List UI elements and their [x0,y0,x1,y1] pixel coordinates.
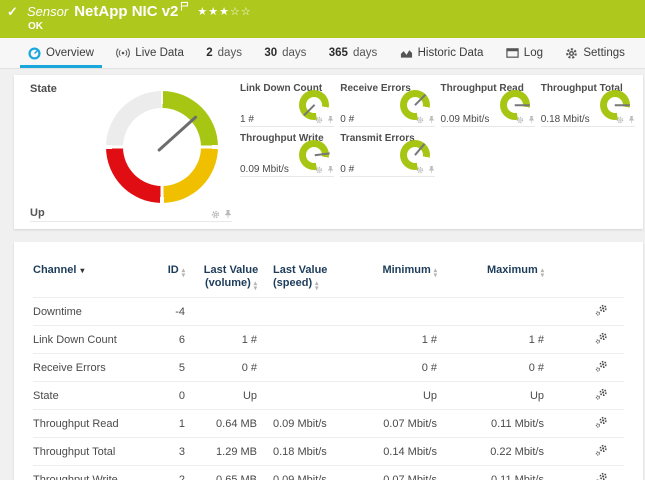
channel-settings-cogs-icon[interactable] [595,304,608,317]
live-data-signal-icon [116,47,130,59]
tab-overview-label: Overview [46,47,94,59]
mini-gauge-cell-throughput-read: Throughput Read 0.09 Mbit/s [441,81,535,127]
mini-gauge-cell-transmit-errors: Transmit Errors 0 # [340,131,434,177]
table-row: State 0 Up Up Up [33,382,624,410]
channel-settings-cogs-icon[interactable] [595,444,608,457]
gear-icon[interactable] [211,210,220,219]
channel-name[interactable]: Throughput Read [33,410,155,438]
pin-icon[interactable] [224,209,232,219]
tab-live-data-label: Live Data [135,47,184,59]
table-row: Throughput Total 3 1.29 MB 0.18 Mbit/s 0… [33,438,624,466]
tab-log[interactable]: Log [498,38,551,68]
pin-icon[interactable] [628,115,635,124]
channel-name[interactable]: State [33,382,155,410]
tab-historic-data-label: Historic Data [418,47,484,59]
column-header-maximum[interactable]: Maximum▴▾ [437,248,544,298]
tab-30-days[interactable]: 30 days [256,38,314,68]
tab-historic-data[interactable]: Historic Data [392,38,492,68]
channel-settings-cogs-icon[interactable] [595,472,608,480]
priority-stars[interactable]: ★★★☆☆ [197,5,251,18]
channel-settings-cogs-icon[interactable] [595,332,608,345]
channel-settings-cogs-icon[interactable] [595,388,608,401]
gauge-needle [414,94,426,106]
gear-icon[interactable] [315,116,323,124]
state-panel-footer: Up [30,203,232,222]
sensor-title: NetApp NIC v2 [74,3,178,20]
channel-settings-cogs-icon[interactable] [595,360,608,373]
log-icon [506,47,519,59]
mini-gauge-cell-receive-errors: Receive Errors 0 # [340,81,434,127]
state-value: Up [30,207,45,219]
gear-icon[interactable] [616,116,624,124]
gauge-needle [615,104,630,106]
sensor-tabbar: Overview Live Data 2 days 30 days 365 da… [0,38,645,69]
historic-chart-icon [400,47,413,59]
mini-gauge-cell-throughput-total: Throughput Total 0.18 Mbit/s [541,81,635,127]
gear-icon[interactable] [416,116,424,124]
channel-table: Channel▾ ID▴▾ Last Value(volume)▴▾ Last … [33,248,624,480]
channel-name[interactable]: Receive Errors [33,354,155,382]
sort-icon: ▴▾ [434,268,437,278]
gear-icon[interactable] [516,116,524,124]
sort-icon: ▴▾ [541,268,544,278]
column-header-id[interactable]: ID▴▾ [155,248,197,298]
channel-table-card: Channel▾ ID▴▾ Last Value(volume)▴▾ Last … [14,242,643,480]
status-ok-check-icon: ✓ [7,4,18,20]
sort-icon: ▴▾ [182,268,185,278]
channel-name[interactable]: Throughput Write [33,466,155,480]
tab-settings[interactable]: Settings [557,38,633,68]
table-row: Throughput Write 2 0.65 MB 0.09 Mbit/s 0… [33,466,624,480]
settings-gear-icon [565,47,578,60]
column-header-last-value-speed[interactable]: Last Value(speed)▴▾ [273,248,363,298]
overview-gauges-card: State Up Link Down Count 1 # Receive Err… [14,75,643,229]
sort-icon: ▴▾ [254,281,257,291]
sort-icon: ▴▾ [315,281,318,291]
tab-365-days[interactable]: 365 days [321,38,385,68]
channel-name[interactable]: Downtime [33,298,155,326]
tab-2-days[interactable]: 2 days [198,38,250,68]
tab-settings-label: Settings [583,47,625,59]
pin-icon[interactable] [428,115,435,124]
table-header-row: Channel▾ ID▴▾ Last Value(volume)▴▾ Last … [33,248,624,298]
table-row: Downtime -4 [33,298,624,326]
gauge-needle [515,104,530,106]
sort-desc-icon: ▾ [80,266,84,275]
state-gauge [106,91,218,203]
state-panel-title: State [30,83,57,95]
channel-name[interactable]: Link Down Count [33,326,155,354]
table-row: Throughput Read 1 0.64 MB 0.09 Mbit/s 0.… [33,410,624,438]
overview-gauge-icon [28,47,41,60]
gear-icon[interactable] [315,166,323,174]
state-gauge-needle [157,115,198,152]
pin-icon[interactable] [428,165,435,174]
sensor-header: ✓ Sensor NetApp NIC v2 ★★★☆☆ OK [0,0,645,38]
pin-icon[interactable] [327,115,334,124]
mini-gauge-grid: Link Down Count 1 # Receive Errors 0 # T… [240,81,635,177]
sensor-status-badge: OK [28,21,43,32]
mini-gauge-cell-link-down-count: Link Down Count 1 # [240,81,334,127]
column-header-channel[interactable]: Channel▾ [33,248,155,298]
tab-live-data[interactable]: Live Data [108,38,192,68]
sensor-kind-label: Sensor [27,4,68,19]
pin-icon[interactable] [528,115,535,124]
mini-gauge-cell-throughput-write: Throughput Write 0.09 Mbit/s [240,131,334,177]
gauge-needle [314,152,329,155]
pin-icon[interactable] [327,165,334,174]
tab-overview[interactable]: Overview [20,38,102,68]
priority-flag-icon[interactable] [180,1,189,11]
tab-log-label: Log [524,47,543,59]
table-row: Link Down Count 6 1 # 1 # 1 # [33,326,624,354]
gear-icon[interactable] [416,166,424,174]
column-header-last-value-volume[interactable]: Last Value(volume)▴▾ [197,248,273,298]
table-row: Receive Errors 5 0 # 0 # 0 # [33,354,624,382]
channel-name[interactable]: Throughput Total [33,438,155,466]
channel-settings-cogs-icon[interactable] [595,416,608,429]
gauge-needle [414,143,425,155]
column-header-minimum[interactable]: Minimum▴▾ [363,248,437,298]
